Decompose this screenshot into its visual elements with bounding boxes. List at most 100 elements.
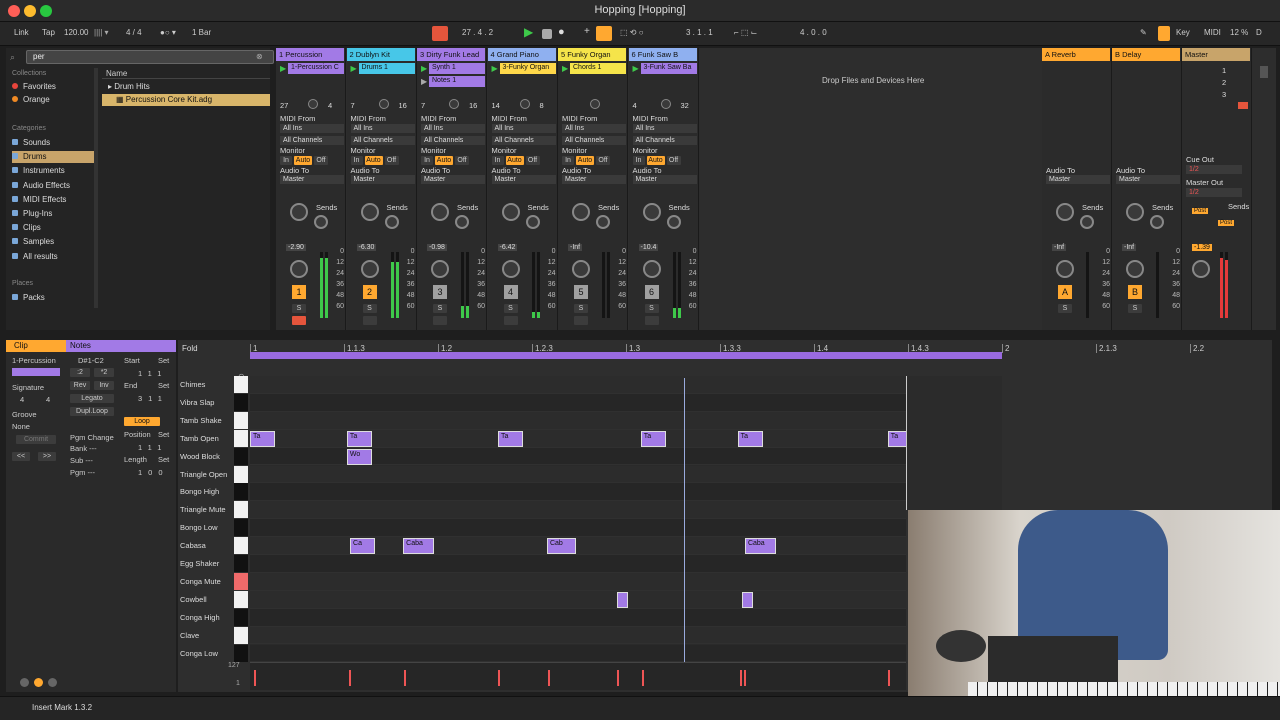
name-column-header[interactable]: Name xyxy=(102,67,270,79)
velocity-marker[interactable] xyxy=(887,670,890,686)
piano-key[interactable] xyxy=(234,501,248,519)
piano-key[interactable] xyxy=(234,572,248,590)
track-input-left[interactable]: 27 xyxy=(280,101,288,110)
chain-icon[interactable] xyxy=(308,99,318,109)
solo-button[interactable]: S xyxy=(292,304,306,313)
monitor-in-button[interactable]: In xyxy=(562,156,574,165)
track-input-right[interactable]: 4 xyxy=(328,101,332,110)
pan-knob[interactable] xyxy=(642,260,661,278)
midi-note[interactable] xyxy=(616,591,629,608)
solo-button[interactable]: S xyxy=(503,304,518,313)
track-input-right[interactable]: 8 xyxy=(540,101,544,110)
note-row[interactable] xyxy=(250,519,906,538)
track-activator-button[interactable]: 3 xyxy=(433,285,447,299)
monitor-off-button[interactable]: Off xyxy=(666,156,681,165)
clip-slot[interactable]: 3-Funk Saw Ba xyxy=(640,63,697,74)
nudge-back-button[interactable]: << xyxy=(12,452,30,461)
stop-icon[interactable] xyxy=(542,29,552,39)
nudge-forward-button[interactable]: >> xyxy=(38,452,56,461)
note-row[interactable] xyxy=(250,590,906,609)
track-activator-button[interactable]: 6 xyxy=(644,285,659,299)
note-row[interactable] xyxy=(250,608,906,627)
category-drums[interactable]: Drums xyxy=(12,151,94,164)
track-header[interactable]: 1 Percussion xyxy=(276,48,344,61)
send-a-knob[interactable] xyxy=(431,203,449,221)
duplicate-loop-button[interactable]: Dupl.Loop xyxy=(70,407,114,416)
track-volume[interactable]: -2.90 xyxy=(286,244,306,251)
midi-channel-select[interactable]: All Channels xyxy=(280,136,344,145)
loop-length-field[interactable]: 4 . 0 . 0 xyxy=(800,28,827,37)
chain-icon[interactable] xyxy=(660,99,671,109)
piano-key[interactable] xyxy=(234,590,248,608)
fold-button[interactable]: Fold xyxy=(182,344,198,353)
send-a-knob[interactable] xyxy=(572,203,590,221)
note-grid[interactable]: Ta Ta Ta Ta Ta Ta Wo Ca Caba Cab Caba xyxy=(250,376,913,663)
arm-button[interactable] xyxy=(574,316,588,325)
piano-key[interactable] xyxy=(234,411,248,429)
piano-key[interactable] xyxy=(234,537,248,555)
pan-knob[interactable] xyxy=(501,260,520,278)
return-volume[interactable]: -Inf xyxy=(1052,244,1067,251)
piano-key[interactable] xyxy=(234,644,248,662)
category-plug-ins[interactable]: Plug-Ins xyxy=(12,208,94,220)
key-map-button[interactable]: Key xyxy=(1176,28,1190,37)
pan-knob[interactable] xyxy=(1126,260,1144,278)
bank-field[interactable]: Bank --- xyxy=(70,444,97,453)
track-volume[interactable]: -0.98 xyxy=(427,244,447,251)
clip-slot-2[interactable]: Notes 1 xyxy=(429,76,485,87)
monitor-off-button[interactable]: Off xyxy=(525,156,540,165)
clip-tab[interactable]: Clip xyxy=(6,340,66,352)
monitor-off-button[interactable]: Off xyxy=(596,156,610,165)
audio-to-select[interactable]: Master xyxy=(1116,175,1180,184)
note-row[interactable] xyxy=(250,555,906,573)
audio-to-select[interactable]: Master xyxy=(562,175,626,184)
post-button-a[interactable]: Post xyxy=(1192,208,1209,214)
send-b-knob[interactable] xyxy=(1150,215,1164,229)
clip-launch-icon[interactable]: ▶ xyxy=(633,64,639,73)
program-field[interactable]: Pgm --- xyxy=(70,468,95,477)
post-button-b[interactable]: Post xyxy=(1218,220,1235,226)
track-input-left[interactable]: 4 xyxy=(633,101,637,110)
draw-mode-icon[interactable]: ✎ xyxy=(1140,28,1147,37)
monitor-auto-button[interactable]: Auto xyxy=(646,156,665,165)
midi-from-select[interactable]: All Ins xyxy=(632,124,697,133)
play-icon[interactable]: ▶ xyxy=(524,25,533,39)
send-a-knob[interactable] xyxy=(501,203,520,221)
midi-map-button[interactable]: MIDI xyxy=(1204,28,1221,37)
velocity-marker[interactable] xyxy=(404,670,407,686)
master-out-select[interactable]: 1/2 xyxy=(1186,188,1242,197)
track-input-left[interactable]: 14 xyxy=(492,101,500,110)
category-midi-effects[interactable]: MIDI Effects xyxy=(12,194,94,206)
midi-from-select[interactable]: All Ins xyxy=(491,124,556,133)
send-a-knob[interactable] xyxy=(360,203,379,221)
note-row[interactable] xyxy=(250,376,906,394)
send-b-knob[interactable] xyxy=(384,215,399,229)
send-b-knob[interactable] xyxy=(666,215,681,229)
browser-item-drum-hits[interactable]: ▸ Drum Hits xyxy=(102,81,270,93)
velocity-lane[interactable] xyxy=(250,662,906,690)
collection-orange[interactable]: Orange xyxy=(12,94,94,106)
note-row[interactable] xyxy=(250,537,906,555)
velocity-marker[interactable] xyxy=(348,670,351,686)
midi-note[interactable]: Caba xyxy=(403,538,435,555)
monitor-in-button[interactable]: In xyxy=(632,156,645,165)
metronome-icon[interactable]: |||| ▾ xyxy=(94,28,109,37)
launch-icon[interactable] xyxy=(20,678,29,687)
track-header[interactable]: 2 Dublyn Kit xyxy=(346,48,415,61)
note-row[interactable] xyxy=(250,626,906,645)
tempo-field[interactable]: 120.00 xyxy=(64,28,88,37)
chain-icon[interactable] xyxy=(590,99,600,109)
envelope-icon[interactable] xyxy=(34,678,43,687)
groove-select[interactable]: None xyxy=(12,422,30,431)
piano-key[interactable] xyxy=(234,393,248,411)
clip-launch-icon[interactable]: ▶ xyxy=(492,64,498,73)
piano-key[interactable] xyxy=(234,376,248,393)
clip-slot[interactable]: Synth 1 xyxy=(429,63,485,74)
invert-button[interactable]: Inv xyxy=(94,381,114,390)
midi-channel-select[interactable]: All Channels xyxy=(562,136,626,145)
midi-channel-select[interactable]: All Channels xyxy=(491,136,556,145)
record-mode-icon[interactable]: ●○ ▾ xyxy=(160,28,176,37)
solo-button[interactable]: S xyxy=(433,304,447,313)
category-instruments[interactable]: Instruments xyxy=(12,165,94,177)
tap-button[interactable]: Tap xyxy=(42,28,55,37)
